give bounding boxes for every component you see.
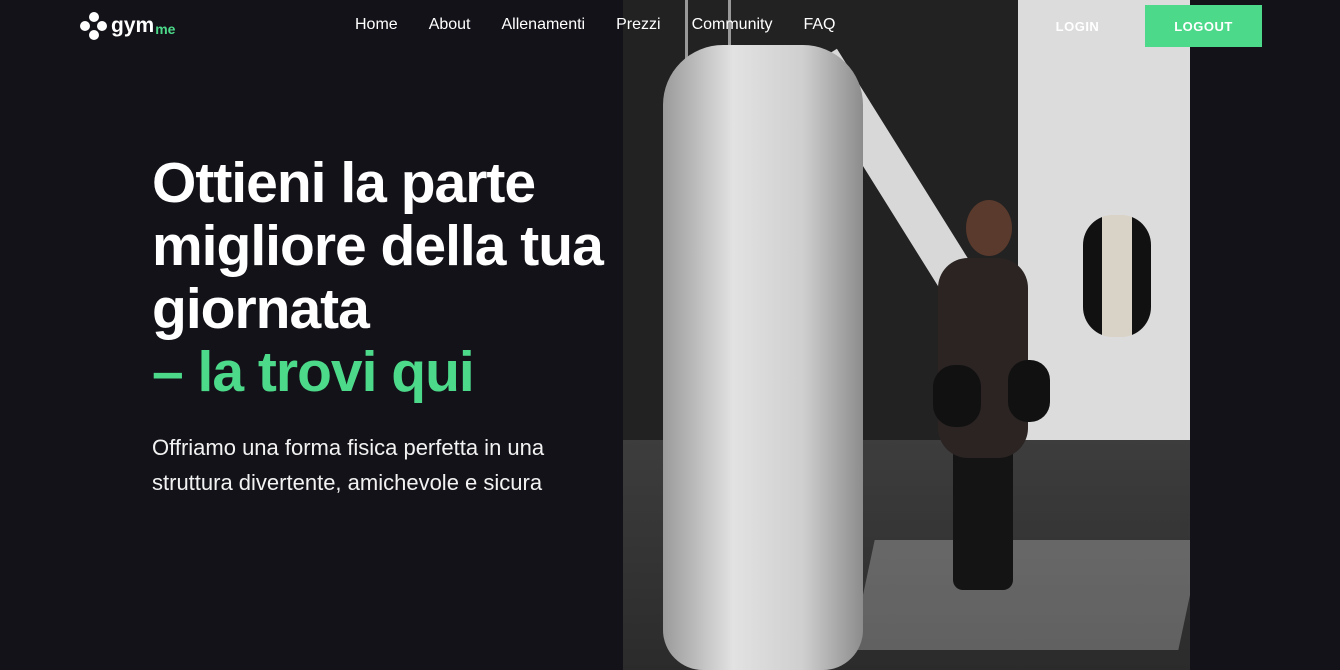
boxer-legs (953, 440, 1013, 590)
hero-title-line-2: migliore della tua (152, 214, 604, 278)
logout-button[interactable]: LOGOUT (1145, 5, 1262, 47)
hero-title-line-3: giornata (152, 277, 370, 341)
small-punching-bag (1083, 215, 1151, 337)
nav-community[interactable]: Community (692, 16, 773, 34)
login-button[interactable]: LOGIN (1040, 5, 1115, 47)
hero-subtitle: Offriamo una forma fisica perfetta in un… (152, 435, 545, 495)
site-header: gym me Home About Allenamenti Prezzi Com… (0, 0, 1340, 52)
nav-faq[interactable]: FAQ (803, 16, 835, 34)
nav-home[interactable]: Home (355, 16, 398, 34)
nav-allenamenti[interactable]: Allenamenti (502, 16, 586, 34)
logo-text: gym (111, 14, 155, 37)
hero-title-line-1: Ottieni la parte (152, 151, 536, 215)
nav-about[interactable]: About (429, 16, 471, 34)
boxer-body (938, 258, 1028, 458)
main-nav: Home About Allenamenti Prezzi Community … (355, 16, 835, 34)
nav-prezzi[interactable]: Prezzi (616, 16, 660, 34)
logo[interactable]: gym me (80, 12, 175, 40)
logo-icon (80, 12, 107, 40)
boxer-head (966, 200, 1012, 256)
hero-title: Ottieni la parte migliore della tua gior… (152, 152, 712, 404)
boxing-glove-left (933, 365, 981, 427)
hero-title-accent: – la trovi qui (152, 340, 475, 404)
boxing-glove-right (1008, 360, 1050, 422)
photo-sunlight (851, 540, 1190, 650)
logo-suffix: me (155, 21, 176, 37)
